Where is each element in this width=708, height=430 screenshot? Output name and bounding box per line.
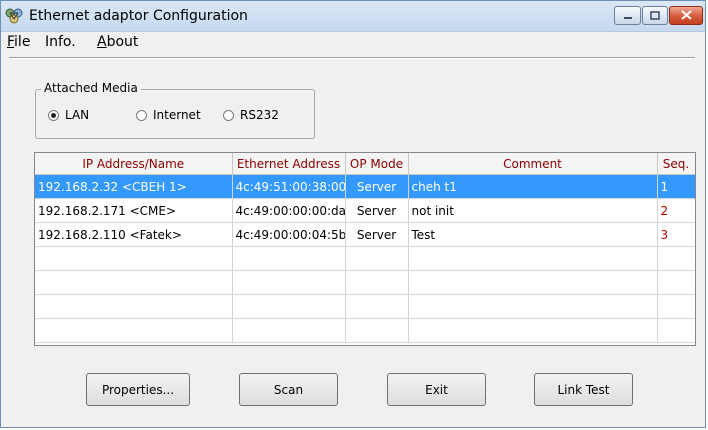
- window-title: Ethernet adaptor Configuration: [29, 8, 248, 24]
- radio-internet-dot: [136, 109, 147, 121]
- cell-comment: not init: [408, 198, 658, 223]
- device-table: IP Address/Name Ethernet Address OP Mode…: [35, 153, 695, 343]
- menu-file[interactable]: File: [7, 34, 30, 50]
- radio-rs232-label: RS232: [240, 108, 279, 122]
- radio-lan-dot: [48, 109, 59, 121]
- radio-lan-label: LAN: [65, 108, 90, 122]
- cell-ethernet: 4c:49:00:00:04:5b: [232, 222, 346, 247]
- empty-row: [35, 246, 695, 271]
- empty-row: [35, 294, 695, 319]
- cell-seq: 1: [657, 174, 695, 199]
- column-header-comment[interactable]: Comment: [408, 153, 658, 175]
- radio-internet-label: Internet: [153, 108, 201, 122]
- empty-row: [35, 270, 695, 295]
- cell-ip: 192.168.2.171 <CME>: [35, 198, 233, 223]
- radio-internet[interactable]: Internet: [136, 108, 201, 122]
- minimize-button[interactable]: [614, 6, 641, 25]
- cell-op-mode: Server: [345, 198, 409, 223]
- cell-ethernet: 4c:49:00:00:00:da: [232, 198, 346, 223]
- cell-op-mode: Server: [345, 222, 409, 247]
- menu-info-label: Info.: [45, 34, 76, 50]
- radio-lan[interactable]: LAN: [48, 108, 89, 122]
- menu-about-label: bout: [106, 34, 139, 50]
- column-header-ethernet[interactable]: Ethernet Address: [232, 153, 346, 175]
- close-icon: [680, 9, 692, 23]
- table-header-row: IP Address/Name Ethernet Address OP Mode…: [35, 153, 695, 175]
- link-test-button[interactable]: Link Test: [534, 373, 633, 406]
- menu-about-key: A: [97, 34, 107, 50]
- cell-comment: Test: [408, 222, 658, 247]
- properties-button[interactable]: Properties...: [86, 373, 190, 406]
- column-header-seq[interactable]: Seq.: [657, 153, 695, 175]
- title-bar[interactable]: Ethernet adaptor Configuration: [1, 1, 705, 32]
- radio-rs232[interactable]: RS232: [223, 108, 279, 122]
- cell-op-mode: Server: [345, 174, 409, 199]
- minimize-icon: [623, 9, 633, 23]
- network-adapter-icon: [4, 7, 24, 25]
- exit-button[interactable]: Exit: [387, 373, 486, 406]
- maximize-button[interactable]: [642, 6, 668, 25]
- scan-button[interactable]: Scan: [239, 373, 338, 406]
- table-row[interactable]: 192.168.2.32 <CBEH 1> 4c:49:51:00:38:00 …: [35, 174, 695, 199]
- attached-media-legend: Attached Media: [41, 81, 141, 95]
- close-button[interactable]: [669, 6, 703, 25]
- cell-ip: 192.168.2.110 <Fatek>: [35, 222, 233, 247]
- menu-about[interactable]: About: [97, 34, 138, 50]
- cell-ip: 192.168.2.32 <CBEH 1>: [35, 174, 233, 199]
- cell-comment: cheh t1: [408, 174, 658, 199]
- device-list[interactable]: IP Address/Name Ethernet Address OP Mode…: [34, 152, 696, 346]
- menu-file-key: F: [7, 34, 15, 50]
- table-row[interactable]: 192.168.2.171 <CME> 4c:49:00:00:00:da Se…: [35, 198, 695, 223]
- column-header-op-mode[interactable]: OP Mode: [345, 153, 409, 175]
- menu-separator: [9, 57, 695, 59]
- cell-seq: 3: [657, 222, 695, 247]
- column-header-ip[interactable]: IP Address/Name: [35, 153, 233, 175]
- maximize-icon: [650, 9, 660, 23]
- app-window: Ethernet adaptor Configuration File Info…: [0, 0, 706, 428]
- menu-info[interactable]: Info.: [45, 34, 76, 50]
- radio-rs232-dot: [223, 109, 234, 121]
- table-row[interactable]: 192.168.2.110 <Fatek> 4c:49:00:00:04:5b …: [35, 222, 695, 247]
- empty-row: [35, 318, 695, 343]
- cell-seq: 2: [657, 198, 695, 223]
- cell-ethernet: 4c:49:51:00:38:00: [232, 174, 346, 199]
- menu-bar: File Info. About: [1, 32, 705, 53]
- menu-file-label: ile: [14, 34, 31, 50]
